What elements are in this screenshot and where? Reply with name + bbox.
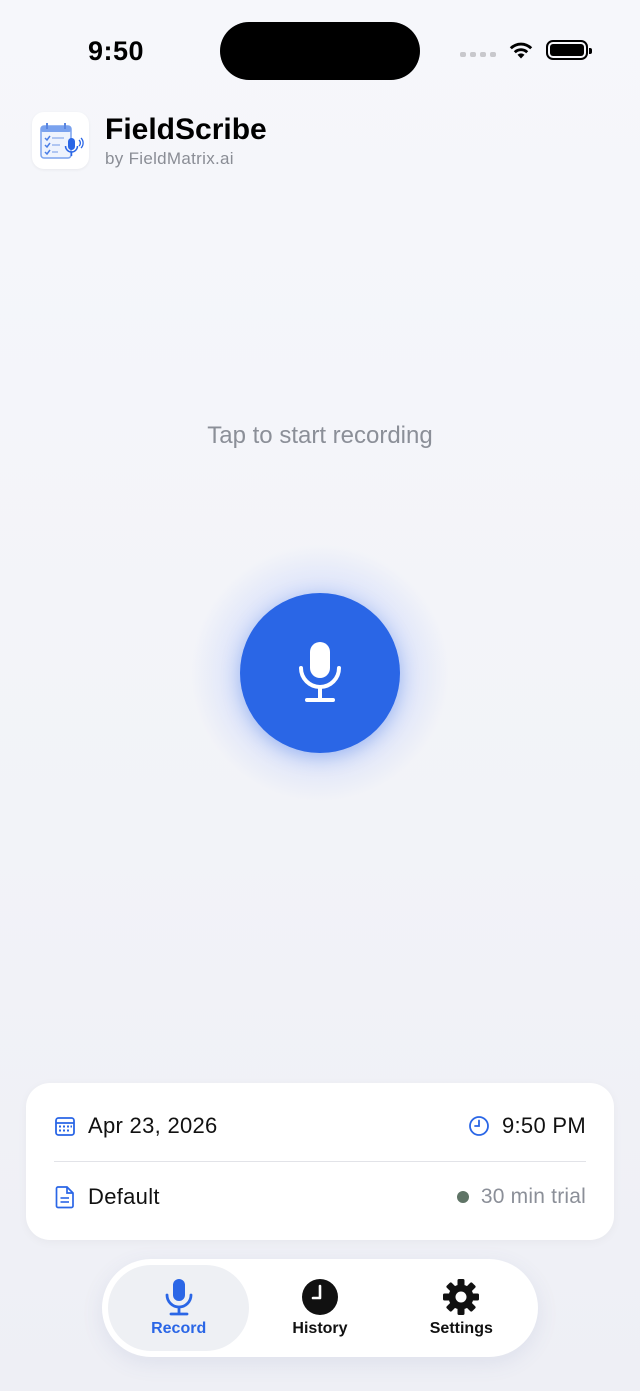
document-icon: [55, 1186, 74, 1209]
tab-settings-label: Settings: [429, 1320, 493, 1337]
cellular-signal-icon: [460, 51, 496, 57]
session-info-card: Apr 23, 2026 9:50 PM Default 30 min tria…: [26, 1083, 614, 1240]
gear-icon: [443, 1279, 480, 1315]
trial-text: 30 min trial: [480, 1185, 586, 1208]
record-prompt: Tap to start recording: [207, 422, 433, 449]
template-selector[interactable]: Default: [54, 1184, 160, 1210]
template-value: Default: [88, 1184, 160, 1209]
tab-record[interactable]: Record: [108, 1265, 250, 1351]
mic-icon: [299, 642, 341, 702]
tab-bar: Record History Settings: [102, 1259, 538, 1357]
status-bar: 9:50: [0, 0, 640, 100]
clock-icon: [469, 1116, 489, 1136]
calendar-icon: [55, 1117, 75, 1136]
mic-icon: [165, 1279, 193, 1316]
app-title: FieldScribe: [105, 112, 267, 146]
status-icons: [460, 40, 592, 60]
date-field[interactable]: Apr 23, 2026: [54, 1113, 218, 1139]
tab-history[interactable]: History: [249, 1265, 390, 1351]
divider: [54, 1161, 586, 1162]
app-title-block: FieldScribe by FieldMatrix.ai: [105, 113, 267, 169]
app-header: FieldScribe by FieldMatrix.ai: [32, 112, 267, 169]
time-field[interactable]: 9:50 PM: [468, 1113, 586, 1139]
trial-status-dot: [456, 1191, 469, 1203]
app-subtitle: by FieldMatrix.ai: [105, 148, 234, 168]
tab-history-label: History: [292, 1320, 348, 1337]
trial-status: 30 min trial: [456, 1185, 586, 1209]
date-time-row: Apr 23, 2026 9:50 PM: [54, 1109, 586, 1143]
template-row: Default 30 min trial: [54, 1180, 586, 1214]
app-logo-icon: [32, 112, 89, 169]
tab-record-label: Record: [151, 1320, 207, 1337]
dynamic-island: [220, 22, 420, 80]
battery-icon: [546, 40, 592, 60]
record-button[interactable]: [240, 593, 400, 753]
time-value: 9:50 PM: [501, 1113, 586, 1138]
wifi-icon: [508, 40, 534, 60]
clock-icon: [301, 1279, 338, 1315]
tab-settings[interactable]: Settings: [391, 1265, 532, 1351]
status-time: 9:50: [88, 36, 145, 66]
date-value: Apr 23, 2026: [88, 1113, 218, 1138]
